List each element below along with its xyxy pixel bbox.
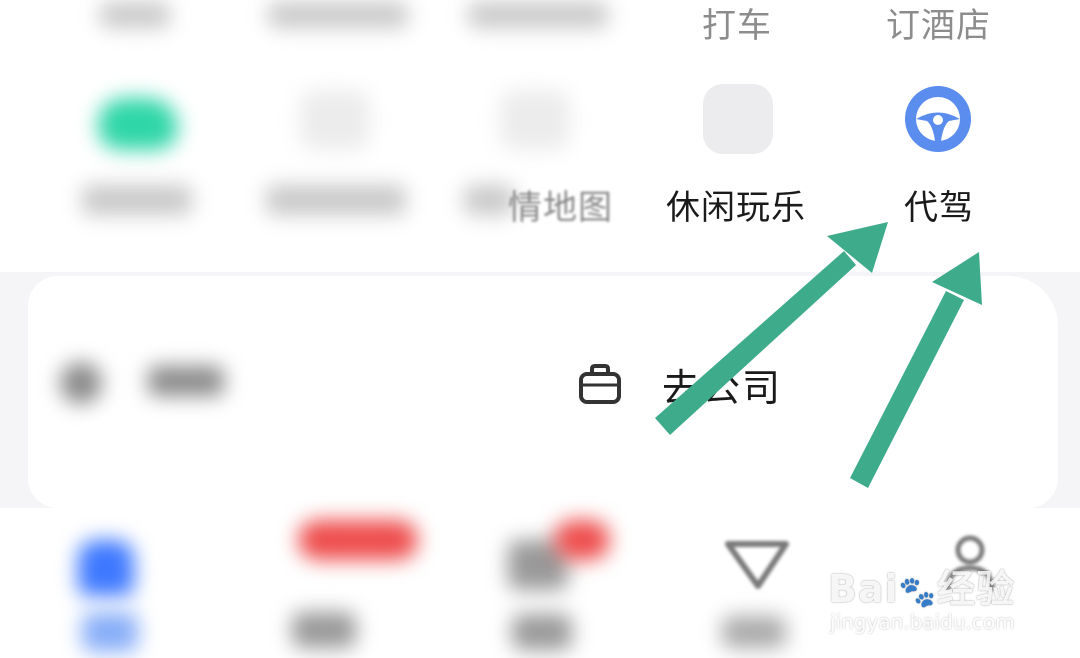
blurred-nav-icon[interactable] [78,540,134,596]
watermark-brand: Bai🐾经验 [828,558,1015,613]
baidu-watermark: Bai🐾经验 jingyan.baidu.com [828,552,1028,638]
blurred-nav-icon[interactable] [82,612,138,652]
paw-icon: 🐾 [898,575,937,610]
blurred-label [722,616,786,648]
blurred-label [82,185,192,215]
briefcase-icon [578,364,622,404]
blurred-nav-icon[interactable] [512,614,572,650]
blurred-nav-icon[interactable] [292,612,356,648]
blurred-badge [554,520,610,560]
blurred-label [464,185,514,215]
blurred-label [266,185,406,215]
watermark-brand-right: 经验 [937,567,1016,611]
blurred-app-icon[interactable] [500,90,570,150]
blurred-label [468,2,608,28]
designated-driver-label[interactable]: 代驾 [904,180,974,229]
steering-wheel-icon[interactable] [905,86,971,152]
watermark-brand-left: Bai [828,567,899,611]
hotel-label[interactable]: 订酒店 [886,0,991,47]
watermark-url: jingyan.baidu.com [830,610,1015,634]
green-app-icon[interactable] [98,98,178,150]
taxi-label[interactable]: 打车 [702,0,772,47]
go-to-company-button[interactable]: 去公司 [578,360,782,410]
leisure-icon[interactable] [703,84,773,154]
blurred-home-icon [60,362,102,404]
leisure-label[interactable]: 休闲玩乐 [666,180,806,229]
blurred-label [100,2,170,28]
blurred-label [148,366,224,396]
navigation-icon[interactable] [724,540,790,590]
blurred-app-icon[interactable] [300,90,370,150]
blurred-label [268,2,408,28]
go-to-company-label: 去公司 [662,365,783,410]
map-label[interactable]: 情地图 [508,180,613,229]
blurred-badge [298,520,418,560]
